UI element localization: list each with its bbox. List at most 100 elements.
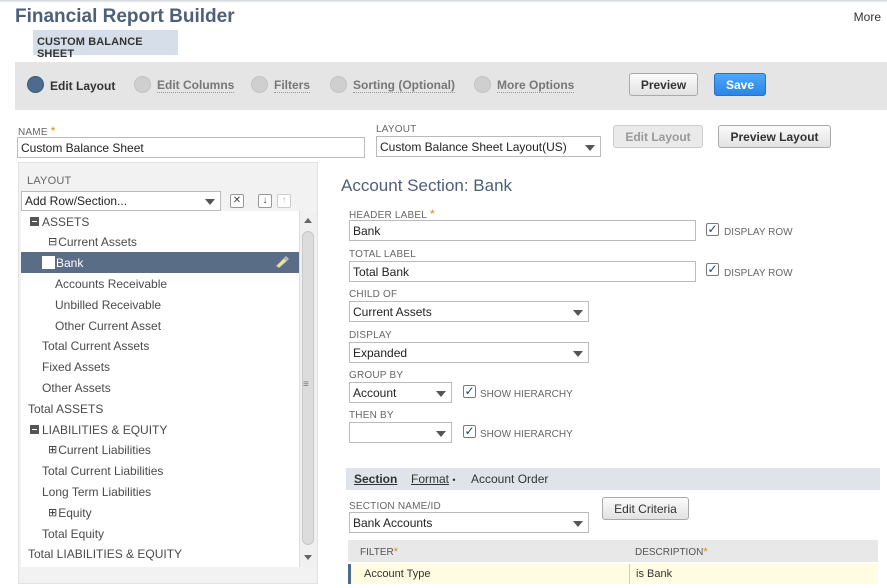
tree-item-unbilled-receivable[interactable]: Unbilled Receivable [21,294,299,315]
display-select[interactable]: Expanded [349,342,589,363]
tree-item-label: Equity [58,505,92,520]
collapse-icon[interactable] [30,425,39,434]
tab-section[interactable]: Section [354,472,397,486]
chevron-down-icon [436,391,446,397]
show-hierarchy-label: SHOW HIERARCHY [480,389,573,400]
step-label: Edit Layout [50,78,116,93]
display-row-label: DISPLAY ROW [724,268,793,279]
format-marker: • [452,475,456,485]
show-hierarchy-label: SHOW HIERARCHY [480,429,573,440]
edit-pencil-icon[interactable] [275,256,289,268]
group-by-select-value: Account [353,386,397,400]
tree-item-label: ASSETS [42,214,90,229]
chevron-down-icon [573,310,583,316]
save-button[interactable]: Save [714,73,766,96]
tree-item-label: LIABILITIES & EQUITY [42,422,168,437]
more-menu[interactable]: More [854,10,881,24]
tree-item-long-term-liabilities[interactable]: Long Term Liabilities [21,481,299,502]
section-title: Account Section: Bank [341,176,513,195]
step-indicator-icon [474,76,491,93]
remove-icon[interactable]: ✕ [230,194,244,208]
tree-item-label: Other Assets [42,380,111,395]
tree-item-label: Total Equity [42,526,105,541]
move-down-icon[interactable]: ↓ [258,194,272,208]
display-row-total-checkbox[interactable]: ✓ [706,263,719,276]
group-by-hierarchy-checkbox[interactable]: ✓ [463,385,476,398]
then-by-select[interactable] [349,422,452,443]
tree-item-equity[interactable]: ⊞ Equity [21,502,299,523]
tree-item-total-equity[interactable]: Total Equity [21,523,299,544]
scroll-up-icon[interactable] [304,218,312,223]
table-row[interactable]: Account Type is Bank [348,564,878,584]
scroll-down-icon[interactable] [304,555,312,560]
tree-scrollbar[interactable]: ≡ [299,211,316,567]
step-indicator-icon [330,76,347,93]
column-header-description: DESCRIPTION* [635,546,708,558]
then-by-label: THEN BY [349,410,394,421]
column-header-filter: FILTER* [360,546,398,558]
tree-item-label: Bank [56,255,84,270]
header-label-label: HEADER LABEL * [349,207,435,221]
chevron-down-icon [573,521,583,527]
header-label-field[interactable]: Bank [349,220,696,241]
tree-item-label: Accounts Receivable [55,276,168,291]
tree-item-liabilities-equity[interactable]: LIABILITIES & EQUITY [21,419,299,440]
total-label-field[interactable]: Total Bank [349,261,696,282]
tree-item-total-current-assets[interactable]: Total Current Assets [21,335,299,356]
tree-item-other-current-asset[interactable]: Other Current Asset [21,315,299,336]
tree-item-accounts-receivable[interactable]: Accounts Receivable [21,273,299,294]
tree-item-total-assets[interactable]: Total ASSETS [21,398,299,419]
section-name-label: SECTION NAME/ID [349,501,441,512]
section-name-select[interactable]: Bank Accounts [349,512,589,533]
step-more-options[interactable]: More Options [474,76,575,93]
tree-item-current-assets[interactable]: ⊟ Current Assets [21,231,299,252]
tree-item-total-current-liabilities[interactable]: Total Current Liabilities [21,460,299,481]
tab-account-order[interactable]: Account Order [471,472,548,486]
layout-select[interactable]: Custom Balance Sheet Layout(US) [376,136,601,157]
tree-item-other-assets[interactable]: Other Assets [21,377,299,398]
tree-item-bank[interactable]: Bank [21,252,299,273]
tab-format[interactable]: Format • [411,472,456,486]
step-edit-columns[interactable]: Edit Columns [134,76,235,93]
step-label: Edit Columns [157,78,235,93]
collapse-icon[interactable]: ⊟ [48,235,57,248]
step-sorting[interactable]: Sorting (Optional) [330,76,455,93]
description-cell[interactable]: is Bank [636,568,672,580]
tree-item-label: Long Term Liabilities [42,484,152,499]
child-of-select[interactable]: Current Assets [349,301,589,322]
group-by-select[interactable]: Account [349,382,452,403]
step-label: Sorting (Optional) [353,78,455,93]
chevron-down-icon [585,145,595,151]
preview-button[interactable]: Preview [629,73,698,96]
tree-item-label: Total Current Liabilities [42,463,164,478]
expand-icon[interactable]: ⊞ [48,443,57,456]
step-filters[interactable]: Filters [251,76,311,93]
chevron-down-icon [205,199,215,205]
add-row-select[interactable]: Add Row/Section... [21,191,221,211]
name-field[interactable]: Custom Balance Sheet [17,137,365,158]
tree-item-label: Total LIABILITIES & EQUITY [28,546,183,561]
chevron-down-icon [573,351,583,357]
display-row-header-checkbox[interactable]: ✓ [706,223,719,236]
layout-tree: ASSETS ⊟ Current Assets Bank Accounts Re… [21,211,299,567]
page-title: Financial Report Builder [15,6,235,27]
preview-layout-button[interactable]: Preview Layout [718,125,831,148]
layout-label: LAYOUT [376,124,417,135]
tree-item-fixed-assets[interactable]: Fixed Assets [21,356,299,377]
collapse-icon[interactable] [30,217,39,226]
then-by-hierarchy-checkbox[interactable]: ✓ [463,425,476,438]
expand-icon[interactable]: ⊞ [48,506,57,519]
tree-item-label: Current Assets [58,234,137,249]
display-label: DISPLAY [349,330,392,341]
edit-criteria-button[interactable]: Edit Criteria [602,497,689,520]
tree-item-assets[interactable]: ASSETS [21,211,299,232]
move-up-icon[interactable]: ↑ [277,194,291,208]
tree-item-current-liabilities[interactable]: ⊞ Current Liabilities [21,439,299,460]
tree-item-label: Fixed Assets [42,359,111,374]
edit-layout-button[interactable]: Edit Layout [613,125,703,148]
tree-item-label: Total Current Assets [42,338,150,353]
tree-item-total-liabilities-equity[interactable]: Total LIABILITIES & EQUITY [21,543,299,564]
filter-cell[interactable]: Account Type [364,568,430,580]
step-edit-layout[interactable]: Edit Layout [27,76,115,93]
total-label-label: TOTAL LABEL [349,249,417,260]
